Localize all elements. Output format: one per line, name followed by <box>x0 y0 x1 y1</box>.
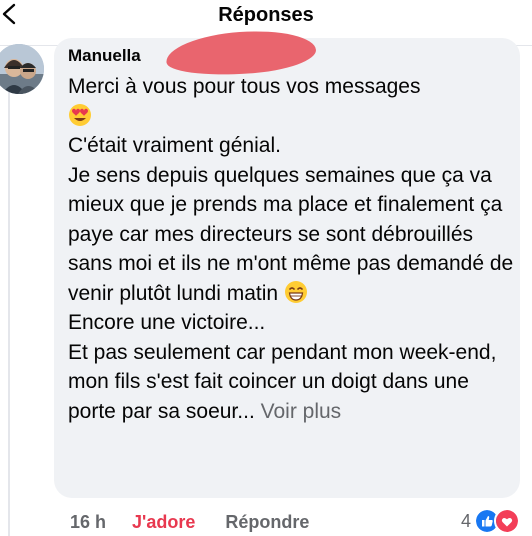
header: Réponses <box>0 0 532 34</box>
grinning-emoji-icon <box>284 280 307 303</box>
reaction-summary[interactable]: 4 <box>461 508 520 534</box>
comment-bubble[interactable]: Manuella Merci à vous pour tous vos mess… <box>54 26 520 498</box>
heart-eyes-emoji-icon <box>69 103 91 126</box>
comment-text: Merci à vous pour tous vos messages C'ét… <box>68 72 516 426</box>
comment-line: C'était vraiment génial. <box>68 134 281 157</box>
love-reaction-icon <box>494 508 520 534</box>
comment-actions: 16 h J'adore Répondre <box>70 510 309 534</box>
love-reaction-button[interactable]: J'adore <box>132 512 195 533</box>
reaction-count: 4 <box>460 510 471 531</box>
comment-timestamp[interactable]: 16 h <box>70 512 106 533</box>
thread-line <box>8 90 10 536</box>
comment-line: Merci à vous pour tous vos messages <box>68 75 421 98</box>
page-title: Réponses <box>218 4 314 26</box>
comment-author[interactable]: Manuella <box>68 46 141 66</box>
reply-button[interactable]: Répondre <box>225 512 309 533</box>
see-more-link[interactable]: Voir plus <box>261 400 342 423</box>
comment-line: Encore une victoire... <box>68 311 266 334</box>
avatar[interactable] <box>0 44 44 94</box>
